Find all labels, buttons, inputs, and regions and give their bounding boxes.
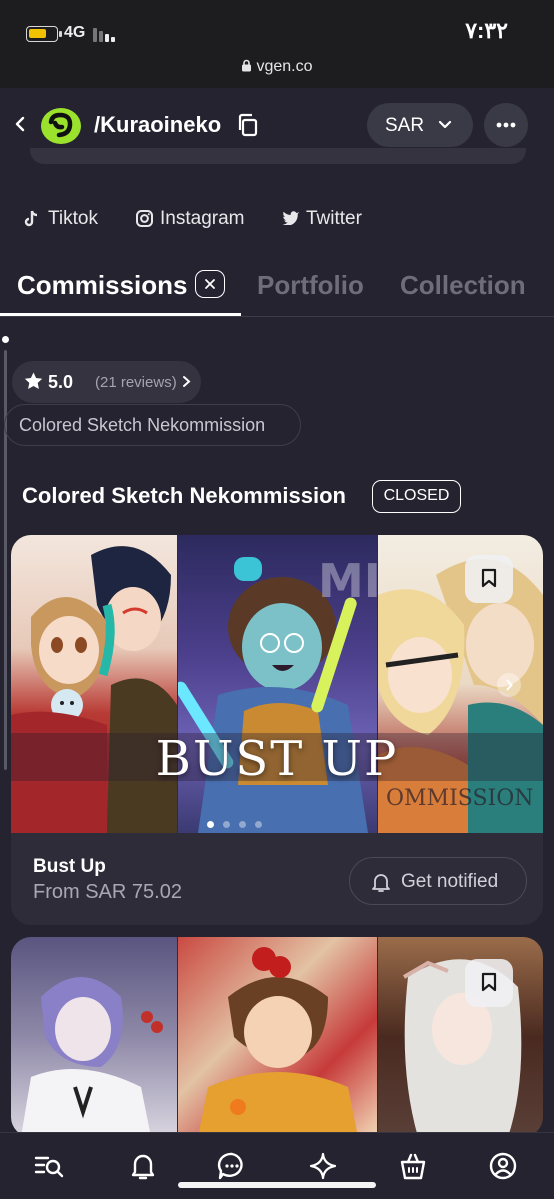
rating-score: 5.0	[48, 372, 74, 392]
bookmark-button[interactable]	[465, 555, 513, 603]
more-icon	[496, 122, 516, 128]
scroll-indicator-dot	[2, 336, 9, 343]
white-hair-artwork	[378, 937, 543, 1137]
image-gallery[interactable]: MI OMMISSION BUST UP	[11, 535, 543, 833]
social-label: Twitter	[306, 208, 362, 229]
currency-selector[interactable]: SAR	[367, 103, 473, 147]
tab-commissions[interactable]: Commissions	[17, 270, 188, 301]
get-notified-label: Get notified	[401, 871, 499, 892]
tabs-divider	[0, 316, 554, 317]
image-gallery[interactable]	[11, 937, 543, 1137]
bottom-navigation	[0, 1132, 554, 1199]
purple-hair-artwork	[11, 937, 177, 1137]
clock: ٧:٣٢	[465, 18, 508, 43]
home-indicator[interactable]	[178, 1182, 376, 1188]
commission-title: Bust Up	[33, 856, 106, 877]
social-label: Tiktok	[48, 208, 98, 229]
bookmark-icon	[481, 972, 497, 992]
chibi-couple-artwork	[11, 535, 177, 833]
commission-card[interactable]: MI OMMISSION BUST UP Bust Up From SAR 75…	[11, 535, 543, 925]
glowstick-boy-artwork: MI	[178, 535, 377, 833]
address-bar[interactable]: vgen.co	[0, 58, 554, 76]
svg-text:OMMISSION: OMMISSION	[386, 786, 534, 811]
chevron-right-icon	[506, 679, 513, 691]
status-badge: CLOSED	[372, 480, 461, 513]
close-icon	[205, 279, 215, 289]
bell-icon[interactable]	[128, 1151, 158, 1181]
lock-icon	[242, 59, 252, 72]
gallery-pagination	[207, 821, 277, 829]
profile-icon[interactable]	[488, 1151, 518, 1181]
signal-icon	[93, 26, 121, 42]
svg-text:MI: MI	[318, 554, 377, 608]
more-options-button[interactable]	[484, 103, 528, 147]
get-notified-button[interactable]: Get notified	[349, 857, 527, 905]
chat-icon[interactable]	[217, 1151, 247, 1181]
tab-portfolio[interactable]: Portfolio	[257, 270, 364, 301]
filter-chip-label: Colored Sketch Nekommission	[19, 415, 266, 435]
profile-username: /Kuraoineko	[94, 112, 222, 137]
tab-collection[interactable]: Collection	[400, 270, 526, 301]
search-icon[interactable]	[34, 1151, 64, 1181]
url-text: vgen.co	[256, 58, 313, 75]
shop-icon[interactable]	[398, 1151, 428, 1181]
bookmark-icon	[481, 568, 497, 588]
chevron-right-icon	[183, 376, 191, 387]
copy-icon[interactable]	[237, 113, 259, 137]
currency-label: SAR	[385, 115, 425, 136]
back-icon[interactable]	[10, 110, 30, 138]
sparkle-icon[interactable]	[308, 1151, 338, 1181]
section-title: Colored Sketch Nekommission	[22, 483, 346, 508]
gallery-next-button[interactable]	[497, 673, 521, 697]
avatar[interactable]	[40, 107, 82, 145]
bell-icon	[372, 874, 390, 892]
picnic-boy-artwork	[178, 937, 377, 1137]
gallery-overlay-title: BUST UP	[155, 731, 399, 787]
network-type: 4G	[64, 24, 86, 41]
profile-bio-card	[30, 148, 526, 164]
bookmark-button[interactable]	[465, 959, 513, 1007]
review-count: (21 reviews)	[95, 374, 177, 391]
twitter-icon	[282, 211, 299, 225]
instagram-icon	[136, 210, 153, 227]
status-bar: 4G ٧:٣٢ vgen.co	[0, 0, 554, 88]
chevron-down-icon	[438, 120, 452, 129]
rating-button[interactable]: 5.0 (21 reviews)	[12, 361, 201, 403]
commission-card[interactable]	[11, 937, 543, 1137]
clear-filter-button[interactable]	[195, 270, 225, 298]
category-filter-chip[interactable]: Colored Sketch Nekommission	[4, 404, 301, 446]
commission-price: From SAR 75.02	[33, 881, 182, 903]
social-label: Instagram	[160, 208, 245, 229]
tiktok-icon	[24, 210, 38, 227]
star-icon	[24, 372, 43, 389]
battery-icon	[26, 26, 62, 42]
